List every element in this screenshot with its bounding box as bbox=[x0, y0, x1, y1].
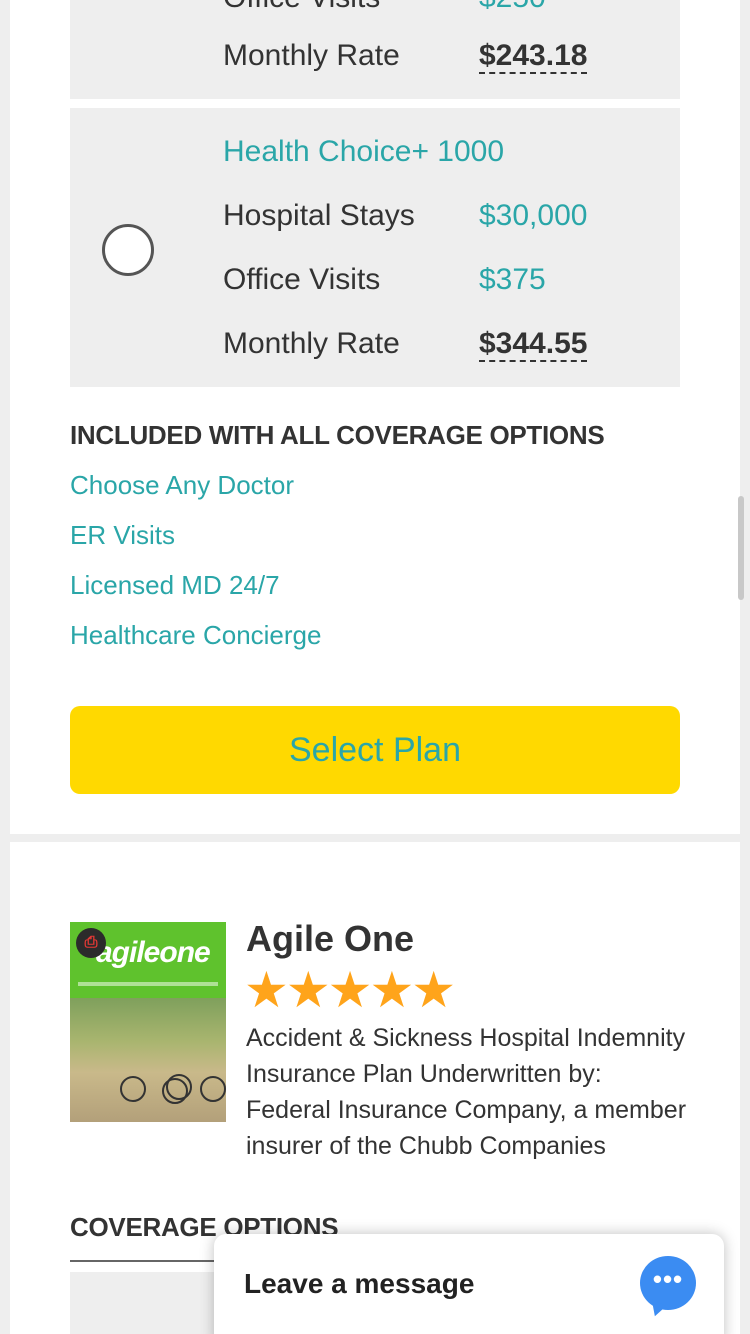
plan-row: Hospital Stays $30,000 bbox=[223, 196, 663, 236]
plan-option-health-choice-1000[interactable]: Health Choice+ 1000 Hospital Stays $30,0… bbox=[70, 108, 680, 387]
hospital-stays-value: $30,000 bbox=[479, 199, 588, 232]
monthly-rate-label: Monthly Rate bbox=[223, 39, 400, 72]
leave-message-label[interactable]: Leave a message bbox=[244, 1268, 474, 1300]
plan-card: Office Visits $250 Monthly Rate $243.18 … bbox=[10, 0, 740, 834]
monthly-rate-label: Monthly Rate bbox=[223, 327, 400, 360]
plan-row: Monthly Rate $243.18 bbox=[223, 36, 663, 76]
monthly-rate-value[interactable]: $243.18 bbox=[479, 40, 588, 74]
brochure-photo bbox=[70, 998, 226, 1122]
hospital-stays-label: Hospital Stays bbox=[223, 199, 415, 232]
monthly-rate-value[interactable]: $344.55 bbox=[479, 328, 588, 362]
office-visits-label: Office Visits bbox=[223, 0, 380, 18]
office-visits-label: Office Visits bbox=[223, 263, 381, 296]
included-coverage-title: INCLUDED WITH ALL COVERAGE OPTIONS bbox=[70, 420, 605, 450]
select-plan-button[interactable]: Select Plan bbox=[70, 706, 680, 794]
feature-link-healthcare-concierge[interactable]: Healthcare Concierge bbox=[70, 620, 321, 651]
bike-wheel-icon bbox=[120, 1076, 146, 1102]
pdf-icon[interactable]: ⎙ bbox=[76, 928, 106, 958]
bike-wheel-icon bbox=[166, 1074, 192, 1100]
feature-link-licensed-md[interactable]: Licensed MD 24/7 bbox=[70, 570, 280, 601]
feature-link-choose-any-doctor[interactable]: Choose Any Doctor bbox=[70, 470, 294, 501]
plan-option-previous[interactable]: Office Visits $250 Monthly Rate $243.18 bbox=[70, 0, 680, 99]
plan-row: Office Visits $375 bbox=[223, 260, 663, 300]
brochure-tagline-bar bbox=[78, 982, 218, 986]
brochure-thumbnail[interactable]: agileone ⎙ bbox=[70, 922, 226, 1122]
brochure-logo: agileone bbox=[96, 936, 211, 969]
chat-widget[interactable]: Leave a message ••• bbox=[214, 1234, 724, 1334]
plan-row: Office Visits $250 bbox=[223, 0, 663, 18]
chat-bubble-icon[interactable]: ••• bbox=[640, 1256, 696, 1310]
product-title: Agile One bbox=[246, 918, 415, 959]
page-scrollbar[interactable] bbox=[738, 496, 744, 600]
product-description: Accident & Sickness Hospital Indemnity I… bbox=[246, 1024, 687, 1160]
office-visits-value: $250 bbox=[479, 0, 546, 18]
feature-link-er-visits[interactable]: ER Visits bbox=[70, 520, 175, 551]
plan-radio-button[interactable] bbox=[102, 224, 154, 276]
plan-row: Monthly Rate $344.55 bbox=[223, 324, 663, 364]
star-rating: ★★★★★ bbox=[244, 962, 456, 1018]
plan-name: Health Choice+ 1000 bbox=[223, 135, 505, 168]
bike-wheel-icon bbox=[200, 1076, 226, 1102]
office-visits-value: $375 bbox=[479, 263, 546, 296]
